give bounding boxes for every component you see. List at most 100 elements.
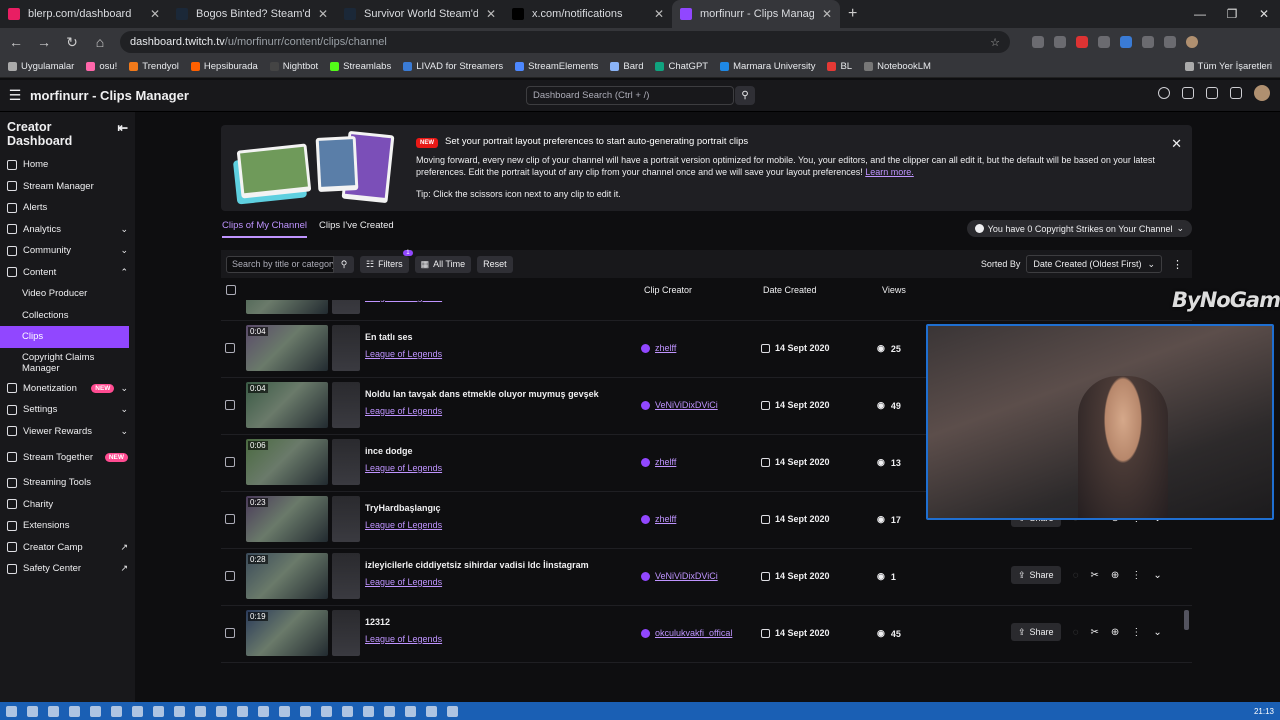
portrait-thumbnail[interactable] xyxy=(332,300,360,314)
bookmark-item[interactable]: Marmara University xyxy=(720,61,815,72)
extension-icon[interactable] xyxy=(1054,36,1066,48)
clip-creator[interactable]: VeNiViDixDViCi xyxy=(641,571,718,581)
portrait-icon[interactable]: ◌ xyxy=(1073,570,1079,581)
close-tab-icon[interactable]: ✕ xyxy=(654,7,664,21)
clip-title[interactable]: ince dodge xyxy=(365,446,413,456)
sidebar-item-extensions[interactable]: Extensions xyxy=(0,515,135,537)
filters-button[interactable]: ☷ Filters 1 xyxy=(360,249,413,273)
close-window-button[interactable]: ✕ xyxy=(1248,7,1280,21)
sidebar-item-clips[interactable]: Clips xyxy=(0,326,129,348)
app-icon[interactable] xyxy=(237,705,248,717)
extension-icon[interactable] xyxy=(1120,36,1132,48)
close-tab-icon[interactable]: ✕ xyxy=(318,7,328,21)
reset-button[interactable]: Reset xyxy=(477,255,513,273)
app-icon[interactable] xyxy=(174,705,185,717)
clip-title[interactable]: TryHardbaşlangıç xyxy=(365,503,441,513)
clip-title[interactable]: En tatlı ses xyxy=(365,332,413,342)
select-all-checkbox[interactable] xyxy=(226,285,236,295)
clip-game-link[interactable]: League of Legends xyxy=(365,300,442,302)
scissors-icon[interactable]: ✂ xyxy=(1091,570,1099,581)
sidebar-item-creator-camp[interactable]: Creator Camp ↗ xyxy=(0,537,135,559)
portrait-thumbnail[interactable] xyxy=(332,496,360,542)
more-options-icon[interactable]: ⋮ xyxy=(1131,570,1141,581)
sidebar-item-community[interactable]: Community ⌄ xyxy=(0,240,135,262)
app-icon[interactable] xyxy=(384,705,395,717)
chevron-down-icon[interactable]: ⌄ xyxy=(1153,570,1161,581)
browser-tab[interactable]: Bogos Binted? Steam'de ✕ xyxy=(168,0,336,28)
clip-creator[interactable]: zhelff xyxy=(641,457,676,467)
sidebar-item-viewer-rewards[interactable]: Viewer Rewards ⌄ xyxy=(0,421,135,443)
app-icon[interactable] xyxy=(132,705,143,717)
notifications-icon[interactable] xyxy=(1230,87,1242,99)
home-browser-icon[interactable]: ⌂ xyxy=(92,34,108,50)
bookmark-item[interactable]: StreamElements xyxy=(515,61,598,72)
app-icon[interactable] xyxy=(447,705,458,717)
clip-game-link[interactable]: League of Legends xyxy=(365,577,442,587)
close-tab-icon[interactable]: ✕ xyxy=(150,7,160,21)
all-bookmarks[interactable]: Tüm Yer İşaretleri xyxy=(1184,61,1272,72)
windows-start-icon[interactable] xyxy=(6,705,17,717)
extension-icon[interactable] xyxy=(1076,36,1088,48)
more-options-icon[interactable]: ⋮ xyxy=(1131,627,1141,638)
extension-icon[interactable] xyxy=(1098,36,1110,48)
app-icon[interactable] xyxy=(216,705,227,717)
app-icon[interactable] xyxy=(405,705,416,717)
sidebar-item-monetization[interactable]: Monetization NEW ⌄ xyxy=(0,378,135,400)
sidebar-item-content[interactable]: Content ⌃ xyxy=(0,262,135,284)
sidebar-item-home[interactable]: Home xyxy=(0,154,135,176)
browser-tab[interactable]: Survivor World Steam'de ✕ xyxy=(336,0,504,28)
bookmark-item[interactable]: ChatGPT xyxy=(655,61,708,72)
sidebar-item-collections[interactable]: Collections xyxy=(0,305,135,327)
learn-more-link[interactable]: Learn more. xyxy=(865,167,914,177)
sidebar-item-video-producer[interactable]: Video Producer xyxy=(0,283,135,305)
sidebar-item-analytics[interactable]: Analytics ⌄ xyxy=(0,219,135,241)
clip-game-link[interactable]: League of Legends xyxy=(365,463,442,473)
browser-tab[interactable]: blerp.com/dashboard ✕ xyxy=(0,0,168,28)
bookmark-item[interactable]: Uygulamalar xyxy=(8,61,74,72)
copyright-strikes-dropdown[interactable]: You have 0 Copyright Strikes on Your Cha… xyxy=(966,220,1192,237)
sort-select[interactable]: Date Created (Oldest First) ⌄ xyxy=(1026,255,1162,273)
search-icon[interactable]: ⚲ xyxy=(334,255,354,273)
sidebar-item-charity[interactable]: Charity xyxy=(0,494,135,516)
search-icon[interactable]: ⚲ xyxy=(735,86,755,105)
row-checkbox[interactable] xyxy=(225,400,235,410)
help-icon[interactable] xyxy=(1158,87,1170,99)
all-time-button[interactable]: ▦ All Time xyxy=(414,255,472,273)
app-icon[interactable] xyxy=(342,705,353,717)
collapse-sidebar-icon[interactable]: ⇤ xyxy=(118,120,128,148)
chevron-down-icon[interactable]: ⌄ xyxy=(1153,627,1161,638)
sidebar-item-copyright-claims-manager[interactable]: Copyright Claims Manager xyxy=(0,348,135,378)
clip-thumbnail[interactable]: 0:06 xyxy=(246,439,328,485)
bookmark-item[interactable]: Trendyol xyxy=(129,61,179,72)
reload-icon[interactable]: ↻ xyxy=(64,34,80,51)
inbox-icon[interactable] xyxy=(1206,87,1218,99)
bookmark-item[interactable]: LIVAD for Streamers xyxy=(403,61,503,72)
tab-clips-of-my-channel[interactable]: Clips of My Channel xyxy=(222,220,308,238)
back-icon[interactable]: ← xyxy=(8,34,24,50)
tab-clips-ive-created[interactable]: Clips I've Created xyxy=(319,220,394,238)
browser-tab[interactable]: morfinurr - Clips Manager ✕ xyxy=(672,0,840,28)
clip-game-link[interactable]: League of Legends xyxy=(365,634,442,644)
clip-creator[interactable]: zhelff xyxy=(641,343,676,353)
extension-icon[interactable] xyxy=(1142,36,1154,48)
close-tab-icon[interactable]: ✕ xyxy=(822,7,832,21)
url-field[interactable]: dashboard.twitch.tv/u/morfinurr/content/… xyxy=(120,31,1010,53)
clip-row[interactable]: 0:28 izleyicilerle ciddiyetsiz sihirdar … xyxy=(221,549,1192,606)
app-icon[interactable] xyxy=(321,705,332,717)
target-icon[interactable]: ⊕ xyxy=(1111,570,1119,581)
app-icon[interactable] xyxy=(279,705,290,717)
sidebar-item-stream-manager[interactable]: Stream Manager xyxy=(0,176,135,198)
extension-icon[interactable] xyxy=(1032,36,1044,48)
row-checkbox[interactable] xyxy=(225,343,235,353)
clip-thumbnail[interactable]: 0:04 xyxy=(246,382,328,428)
avatar[interactable] xyxy=(1254,85,1270,101)
bookmark-item[interactable]: Streamlabs xyxy=(330,61,391,72)
app-icon[interactable] xyxy=(426,705,437,717)
share-button[interactable]: ⇪Share xyxy=(1011,623,1061,641)
sparkle-icon[interactable] xyxy=(1182,87,1194,99)
clip-game-link[interactable]: League of Legends xyxy=(365,406,442,416)
more-options-icon[interactable]: ⋮ xyxy=(1168,258,1187,271)
sidebar-item-settings[interactable]: Settings ⌄ xyxy=(0,399,135,421)
sidebar-item-streaming-tools[interactable]: Streaming Tools xyxy=(0,472,135,494)
clip-row[interactable]: 0:19 12312 League of Legends okculukvakf… xyxy=(221,606,1192,663)
